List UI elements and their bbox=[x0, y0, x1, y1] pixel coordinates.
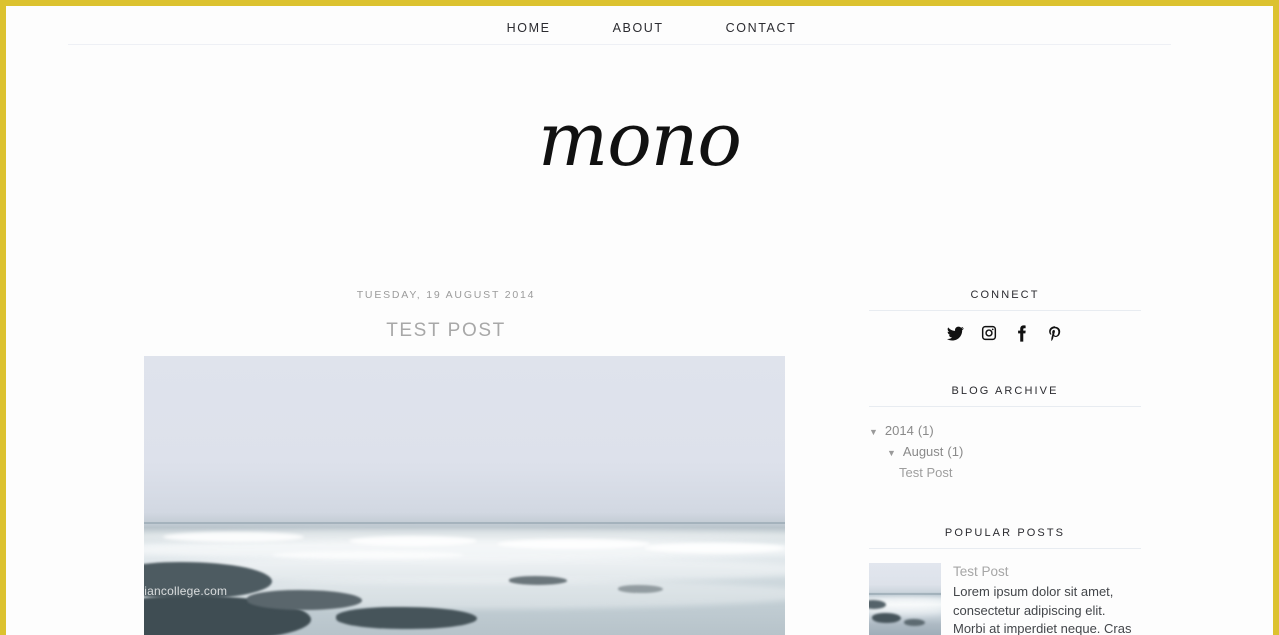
archive-month-link[interactable]: August bbox=[903, 442, 943, 462]
widget-blog-archive: BLOG ARCHIVE ▼ 2014 (1) ▼ August (1) Tes… bbox=[869, 385, 1141, 483]
pinterest-icon[interactable] bbox=[1045, 323, 1065, 343]
post-date: TUESDAY, 19 AUGUST 2014 bbox=[356, 289, 536, 301]
chevron-down-icon[interactable]: ▼ bbox=[887, 443, 896, 463]
popular-post-item[interactable]: Test Post Lorem ipsum dolor sit amet, co… bbox=[869, 563, 1141, 635]
archive-month-count: (1) bbox=[947, 444, 964, 459]
photo-rock bbox=[871, 613, 901, 624]
popular-post-thumbnail[interactable] bbox=[869, 563, 941, 635]
nav-link-about[interactable]: ABOUT bbox=[613, 21, 664, 35]
sidebar: CONNECT BLOG ARCHIVE ▼ 2014 (1) ▼ August… bbox=[869, 289, 1141, 635]
widget-title-blog-archive: BLOG ARCHIVE bbox=[869, 385, 1141, 407]
photo-watermark: www.heritagechristiancollege.com bbox=[144, 584, 228, 598]
photo-wave bbox=[349, 535, 478, 546]
twitter-icon[interactable] bbox=[946, 323, 966, 343]
nav-divider bbox=[68, 44, 1171, 45]
nav-item-about[interactable]: ABOUT bbox=[613, 19, 664, 37]
nav-item-home[interactable]: HOME bbox=[507, 19, 551, 37]
photo-horizon bbox=[869, 592, 941, 595]
photo-wave bbox=[496, 538, 651, 549]
popular-post-snippet: Lorem ipsum dolor sit amet, consectetur … bbox=[953, 584, 1132, 635]
photo-wave bbox=[643, 542, 785, 553]
photo-rock bbox=[618, 584, 664, 594]
photo-horizon bbox=[144, 522, 785, 524]
site-logo[interactable]: mono bbox=[538, 97, 742, 183]
page-frame: HOME ABOUT CONTACT mono TUESDAY, 19 AUGU… bbox=[0, 0, 1279, 635]
chevron-down-icon[interactable]: ▼ bbox=[869, 422, 878, 442]
post-header: TUESDAY, 19 AUGUST 2014 TEST POST bbox=[116, 289, 816, 342]
widget-title-connect: CONNECT bbox=[869, 289, 1141, 311]
popular-post-title[interactable]: Test Post bbox=[953, 563, 1141, 581]
widget-title-popular-posts: POPULAR POSTS bbox=[869, 527, 1141, 549]
nav-link-contact[interactable]: CONTACT bbox=[726, 21, 797, 35]
post-title[interactable]: TEST POST bbox=[116, 320, 816, 342]
nav-item-contact[interactable]: CONTACT bbox=[726, 19, 797, 37]
facebook-icon[interactable] bbox=[1012, 323, 1032, 343]
archive-year-row[interactable]: ▼ 2014 (1) bbox=[869, 421, 1141, 442]
archive-post-row[interactable]: Test Post bbox=[869, 463, 1141, 483]
archive-tree: ▼ 2014 (1) ▼ August (1) Test Post bbox=[869, 421, 1141, 483]
archive-year-count: (1) bbox=[917, 423, 934, 438]
nav-list: HOME ABOUT CONTACT bbox=[6, 12, 1273, 44]
photo-rock bbox=[336, 607, 478, 630]
top-navigation: HOME ABOUT CONTACT bbox=[6, 12, 1273, 44]
social-icon-list bbox=[869, 323, 1141, 343]
popular-post-text: Test Post Lorem ipsum dolor sit amet, co… bbox=[953, 563, 1141, 635]
widget-connect: CONNECT bbox=[869, 289, 1141, 343]
archive-month-row[interactable]: ▼ August (1) bbox=[869, 442, 1141, 463]
photo-wave bbox=[163, 531, 305, 542]
instagram-icon[interactable] bbox=[979, 323, 999, 343]
widget-popular-posts: POPULAR POSTS Test Post Lorem ipsum dolo… bbox=[869, 527, 1141, 635]
nav-link-home[interactable]: HOME bbox=[507, 21, 551, 35]
photo-rock bbox=[509, 576, 568, 585]
popular-thumb-photo bbox=[869, 563, 941, 635]
archive-post-link[interactable]: Test Post bbox=[899, 463, 952, 483]
beach-photo: www.heritagechristiancollege.com bbox=[144, 356, 785, 635]
archive-year-link[interactable]: 2014 bbox=[885, 421, 914, 441]
photo-rock bbox=[903, 619, 926, 627]
post-image[interactable]: www.heritagechristiancollege.com bbox=[144, 356, 785, 635]
site-header: mono bbox=[6, 101, 1273, 180]
